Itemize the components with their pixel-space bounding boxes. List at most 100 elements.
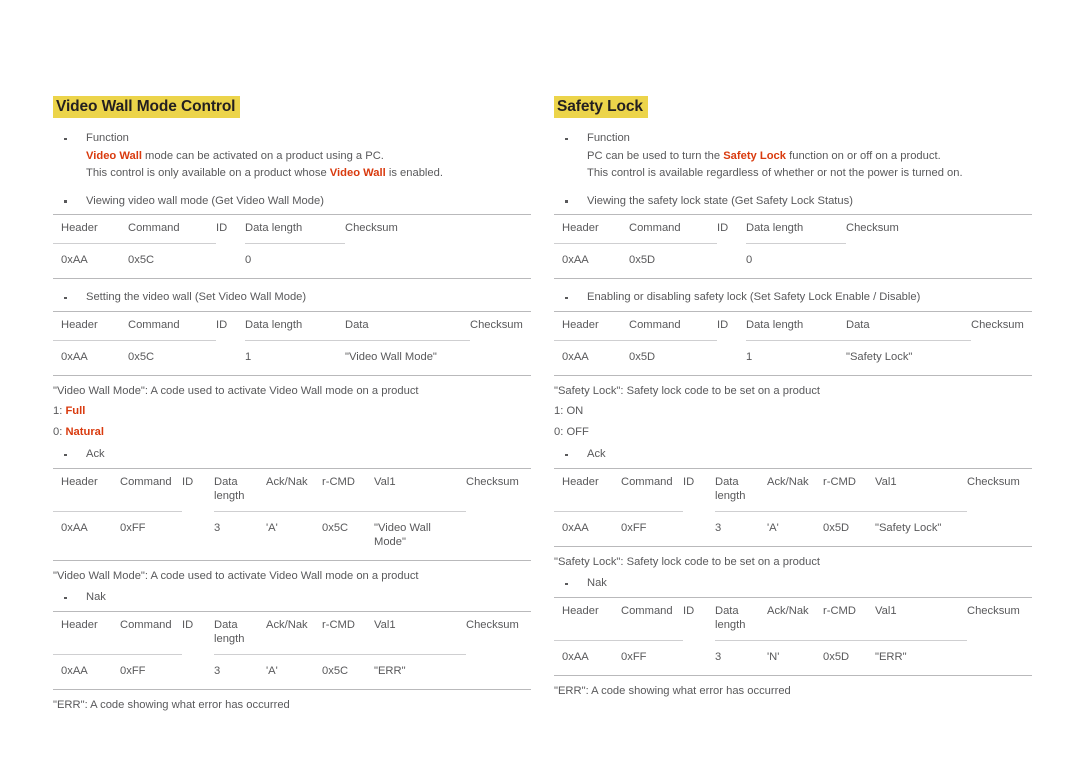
table-header-row: Header Command ID Data length Ack/Nak r-… <box>53 468 531 511</box>
td-header: 0xAA <box>53 243 128 279</box>
td-val1: "Video Wall Mode" <box>374 510 466 561</box>
th-command: Command <box>128 318 180 331</box>
function-line-1: Video Wall mode can be activated on a pr… <box>86 148 531 166</box>
td-command: 0xFF <box>621 639 683 676</box>
accent-video-wall-2: Video Wall <box>329 167 386 180</box>
th-header: Header <box>61 618 98 631</box>
th-checksum: Checksum <box>345 222 398 235</box>
code-value-label-off: OFF <box>566 426 589 439</box>
th-data: Data <box>846 318 870 331</box>
th-data-length: Data length <box>746 222 804 235</box>
bullet-function: Function Video Wall mode can be activate… <box>53 130 531 183</box>
code-key-1: 1: <box>554 405 567 418</box>
th-checksum: Checksum <box>967 604 1020 617</box>
th-command: Command <box>629 222 681 235</box>
bullet-get-safety-lock-status: Viewing the safety lock state (Get Safet… <box>554 193 1032 211</box>
th-val1: Val1 <box>374 475 396 488</box>
th-header: Header <box>61 475 98 488</box>
code-key-1: 1: <box>53 405 66 418</box>
td-data: "Video Wall Mode" <box>345 339 470 376</box>
td-id <box>182 654 214 689</box>
td-val1: "ERR" <box>875 639 967 676</box>
function-line-2-pre: This control is only available on a prod… <box>86 167 330 180</box>
th-id: ID <box>216 222 228 235</box>
bullet-square-icon <box>565 582 568 586</box>
td-header: 0xAA <box>53 339 128 376</box>
table-ack: Header Command ID Data length Ack/Nak r-… <box>554 468 1032 547</box>
get-bullet-label: Viewing video wall mode (Get Video Wall … <box>86 194 324 207</box>
th-command: Command <box>128 222 180 235</box>
th-ack-nak: Ack/Nak <box>767 604 809 617</box>
table-row: 0xAA 0x5D 1 "Safety Lock" <box>554 339 1032 376</box>
th-checksum: Checksum <box>466 475 519 488</box>
td-data-length: 3 <box>715 510 767 547</box>
table-nak-wrap: Header Command ID Data length Ack/Nak r-… <box>53 611 531 690</box>
get-bullet-label: Viewing the safety lock state (Get Safet… <box>587 194 853 207</box>
table-ack-wrap: Header Command ID Data length Ack/Nak r-… <box>554 468 1032 547</box>
td-data-length: 0 <box>245 243 345 279</box>
function-line-1-post: mode can be activated on a product using… <box>141 149 384 162</box>
td-command: 0x5D <box>629 339 717 376</box>
table-row: 0xAA 0x5C 0 <box>53 243 531 279</box>
function-label: Function <box>587 132 630 145</box>
th-command: Command <box>621 475 673 488</box>
td-checksum <box>466 511 531 560</box>
table-row: 0xAA 0xFF 3 'A' 0x5C "ERR" <box>53 653 531 690</box>
code-value-on: 1: ON <box>554 401 1032 421</box>
th-ack-nak: Ack/Nak <box>266 475 308 488</box>
function-label: Function <box>86 132 129 145</box>
bullet-get-video-wall-mode: Viewing video wall mode (Get Video Wall … <box>53 193 531 211</box>
table-get-safety-lock-wrap: Header Command ID Data length Checksum 0… <box>554 214 1032 279</box>
bullet-square-icon <box>64 296 67 300</box>
th-data-length: Data length <box>746 318 804 331</box>
code-value-label-natural: Natural <box>65 426 104 439</box>
document-page: Video Wall Mode Control Function Video W… <box>0 0 1080 763</box>
th-val1: Val1 <box>875 475 897 488</box>
td-r-cmd: 0x5C <box>322 653 374 690</box>
function-line-1-pre: PC can be used to turn the <box>587 149 724 162</box>
td-ack-nak: 'A' <box>266 653 322 690</box>
th-val1: Val1 <box>374 618 396 631</box>
code-value-full: 1: Full <box>53 401 531 421</box>
td-header: 0xAA <box>554 510 621 547</box>
table-row: 0xAA 0xFF 3 'A' 0x5D "Safety Lock" <box>554 510 1032 547</box>
th-r-cmd: r-CMD <box>823 604 856 617</box>
th-id: ID <box>717 318 729 331</box>
bullet-square-icon <box>64 596 67 600</box>
bullet-set-video-wall-mode: Setting the video wall (Set Video Wall M… <box>53 289 531 307</box>
code-key-0: 0: <box>53 426 66 439</box>
th-command: Command <box>120 618 172 631</box>
td-data-length: 0 <box>746 243 846 279</box>
td-header: 0xAA <box>53 653 120 690</box>
table-set-video-wall-mode-wrap: Header Command ID Data length Data Check… <box>53 311 531 376</box>
th-id: ID <box>717 222 729 235</box>
td-command: 0x5C <box>128 339 216 376</box>
table-get-video-wall-mode-wrap: Header Command ID Data length Checksum 0… <box>53 214 531 279</box>
th-header: Header <box>61 318 98 331</box>
table-get-video-wall-mode: Header Command ID Data length Checksum 0… <box>53 214 531 279</box>
note-err-code: "ERR": A code showing what error has occ… <box>554 684 791 697</box>
note-safety-lock-code-2: "Safety Lock": Safety lock code to be se… <box>554 555 821 568</box>
td-ack-nak: 'A' <box>266 510 322 561</box>
th-header: Header <box>562 222 599 235</box>
th-data: Data <box>345 318 369 331</box>
th-header: Header <box>61 222 98 235</box>
th-id: ID <box>683 604 695 617</box>
th-checksum: Checksum <box>846 222 899 235</box>
table-header-row: Header Command ID Data length Data Check… <box>53 311 531 340</box>
bullet-function: Function PC can be used to turn the Safe… <box>554 130 1032 183</box>
th-ack-nak: Ack/Nak <box>767 475 809 488</box>
th-checksum: Checksum <box>971 318 1024 331</box>
th-val1: Val1 <box>875 604 897 617</box>
th-command: Command <box>120 475 172 488</box>
td-checksum <box>470 340 531 375</box>
table-nak-wrap: Header Command ID Data length Ack/Nak r-… <box>554 597 1032 676</box>
table-header-row: Header Command ID Data length Checksum <box>554 214 1032 244</box>
nak-bullet-label: Nak <box>587 577 607 590</box>
set-bullet-label: Setting the video wall (Set Video Wall M… <box>86 291 307 304</box>
ack-bullet-label: Ack <box>86 448 105 461</box>
code-value-off: 0: OFF <box>554 422 1032 442</box>
table-header-row: Header Command ID Data length Checksum <box>53 214 531 244</box>
td-checksum <box>967 511 1032 546</box>
th-command: Command <box>629 318 681 331</box>
